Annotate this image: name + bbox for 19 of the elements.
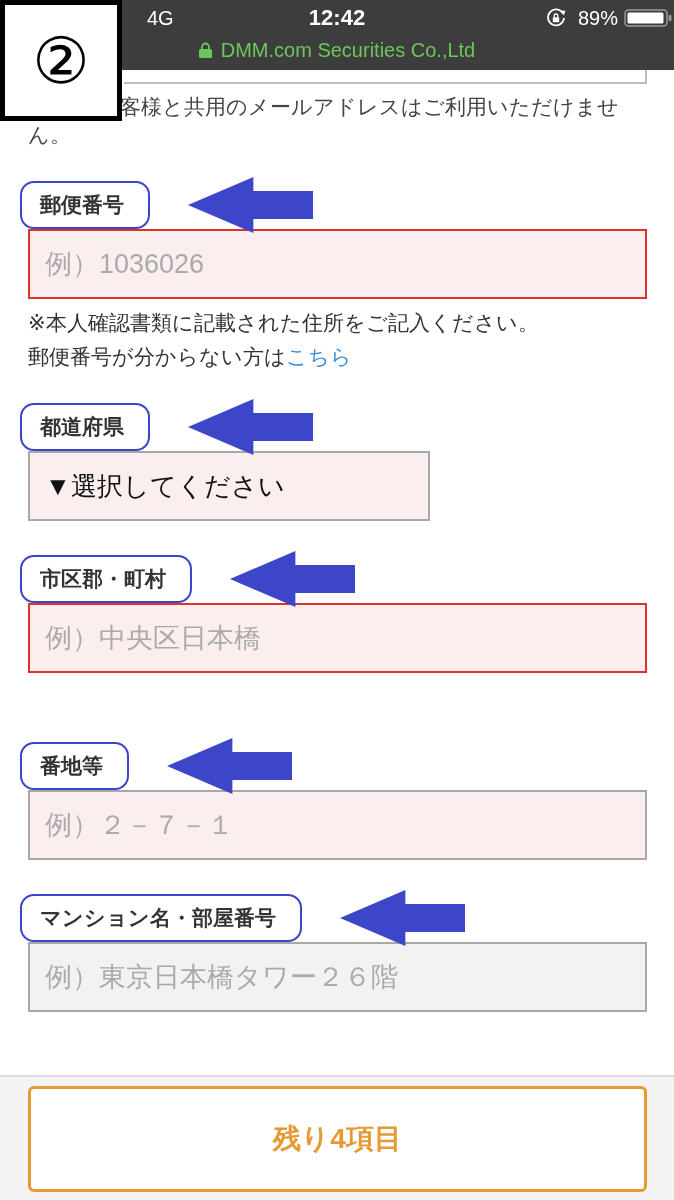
step-number: ②	[0, 0, 122, 121]
padlock-icon	[198, 42, 212, 58]
help-link[interactable]: こちら	[286, 345, 352, 368]
note-text: ※本人確認書類に記載された住所をご記入ください。	[28, 310, 540, 336]
remaining-items-button[interactable]: 残り4項目	[28, 1086, 647, 1192]
rotation-lock-icon	[545, 8, 566, 28]
network-label: 4G	[147, 6, 174, 29]
arrow-icon	[188, 399, 313, 455]
note-text: 郵便番号が分からない方は こちら	[28, 344, 353, 370]
battery-percent: 89%	[577, 6, 618, 30]
clock-time: 12:42	[308, 5, 366, 31]
input-field[interactable]: 例）中央区日本橋	[28, 603, 647, 673]
input-field[interactable]: 例）東京日本橋タワー２６階	[28, 942, 647, 1012]
select-field[interactable]: ▼選択してください	[28, 451, 430, 521]
input-field[interactable]: 例）1036026	[28, 229, 647, 299]
battery-icon	[624, 9, 672, 27]
site-name: DMM.com Securities Co.,Ltd	[220, 38, 476, 62]
input-field[interactable]	[124, 70, 647, 84]
input-field[interactable]: 例）２－７－１	[28, 790, 647, 860]
